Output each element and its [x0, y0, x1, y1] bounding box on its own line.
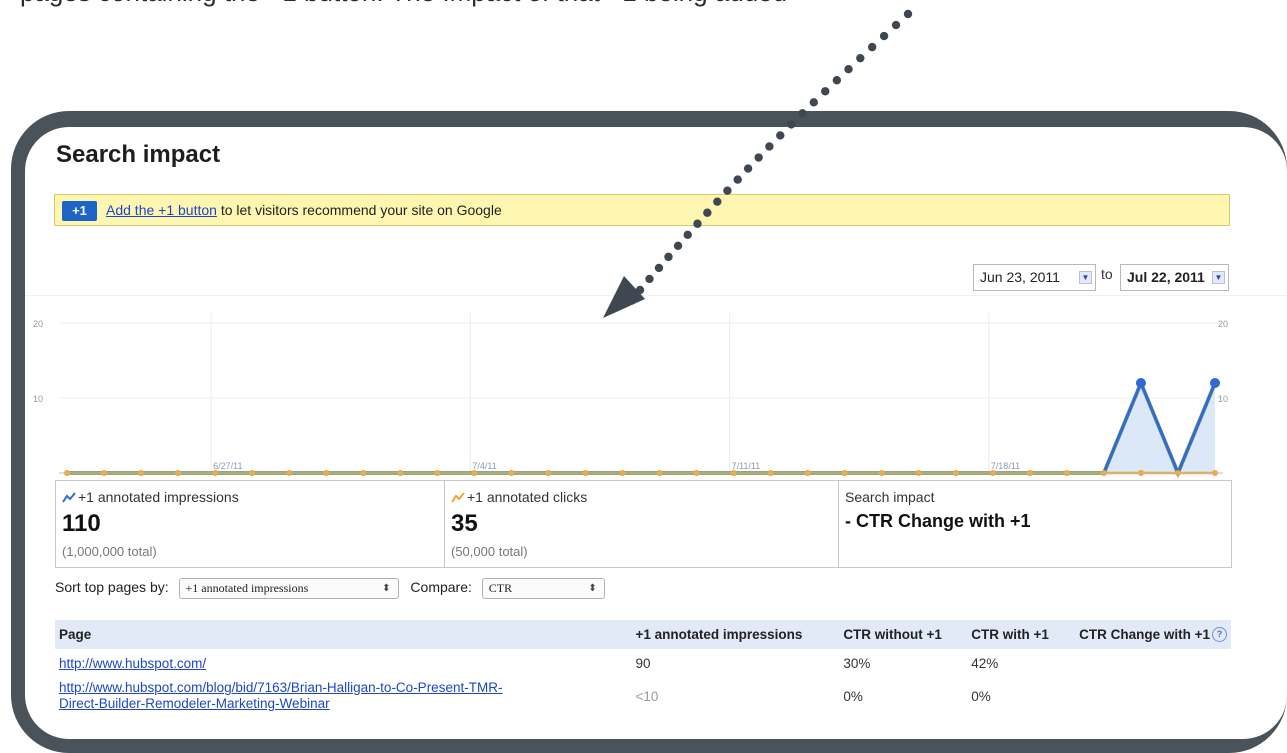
arrow-dot [891, 20, 901, 30]
arrow-dot [693, 219, 702, 228]
arrow-dot [776, 131, 785, 140]
arrow-dot [743, 164, 753, 173]
arrow-dot [809, 98, 818, 107]
arrow-head-icon [603, 276, 645, 318]
arrow-dot [733, 175, 742, 184]
arrow-dot [664, 252, 673, 262]
arrow-dot [903, 9, 913, 19]
arrow-dot [645, 274, 654, 284]
arrow-dot [832, 76, 842, 85]
arrow-dot [821, 87, 830, 96]
arrow-dot [844, 65, 853, 74]
arrow-dot [703, 208, 712, 217]
arrow-dot [673, 241, 683, 251]
arrow-dot [683, 230, 692, 239]
arrow-dot [765, 142, 774, 151]
arrow-dot [787, 120, 796, 129]
arrow-dot [723, 186, 732, 195]
arrow-dot [713, 197, 722, 206]
annotation-arrow [603, 9, 913, 318]
arrow-dot [754, 153, 763, 162]
arrow-dot [879, 31, 889, 41]
arrow-dot [654, 263, 664, 273]
arrow-dot [798, 109, 807, 118]
arrow-dot [856, 53, 865, 63]
arrow-dot [867, 42, 877, 52]
